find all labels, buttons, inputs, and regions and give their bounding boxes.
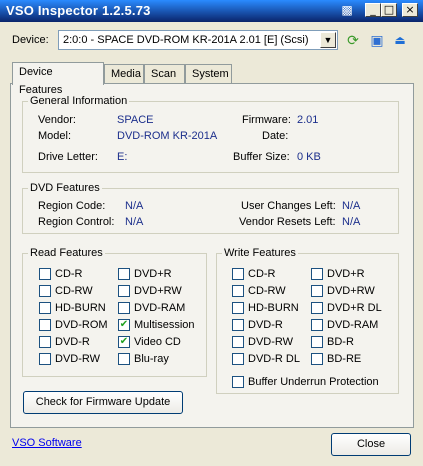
feature-label: Blu-ray [134, 353, 169, 365]
feature-checkbox[interactable] [39, 353, 51, 365]
feature-label: DVD+R [134, 268, 172, 280]
drive-letter-value: E: [117, 151, 128, 163]
tab-label: System [192, 68, 229, 80]
feature-checkbox[interactable] [232, 268, 244, 280]
screenshot-icon[interactable]: ▩ [339, 3, 355, 17]
feature-label: DVD+RW [134, 285, 182, 297]
feature-label: CD-R [55, 268, 83, 280]
feature-checkbox[interactable] [311, 319, 323, 331]
user-changes-label: User Changes Left: [241, 200, 336, 212]
feature-checkbox[interactable] [232, 319, 244, 331]
feature-label: DVD+R [327, 268, 365, 280]
feature-checkbox[interactable] [311, 268, 323, 280]
feature-checkbox[interactable] [311, 285, 323, 297]
vso-software-link[interactable]: VSO Software [12, 437, 82, 449]
feature-label: DVD+RW [327, 285, 375, 297]
feature-label: DVD-R [248, 319, 283, 331]
feature-label: DVD-R DL [248, 353, 300, 365]
group-title: Read Features [28, 247, 105, 259]
buffer-size-value: 0 KB [297, 151, 321, 163]
tab-scan[interactable]: Scan [144, 64, 185, 84]
tab-system[interactable]: System [185, 64, 232, 84]
buffer-size-label: Buffer Size: [233, 151, 290, 163]
feature-checkbox[interactable]: ✔ [118, 319, 130, 331]
feature-checkbox[interactable] [118, 285, 130, 297]
feature-label: BD-R [327, 336, 354, 348]
drive-letter-label: Drive Letter: [38, 151, 98, 163]
feature-checkbox[interactable] [311, 336, 323, 348]
feature-label: Video CD [134, 336, 181, 348]
feature-checkbox[interactable] [232, 285, 244, 297]
feature-checkbox[interactable] [39, 302, 51, 314]
user-changes-value: N/A [342, 200, 361, 212]
region-control-value: N/A [125, 216, 144, 228]
group-title: Write Features [222, 247, 298, 259]
title-bar[interactable]: VSO Inspector 1.2.5.73 ▩ _ □ × [0, 0, 423, 22]
buffer-underrun-checkbox[interactable] [232, 376, 244, 388]
feature-label: BD-RE [327, 353, 362, 365]
save-icon[interactable]: ▣ [369, 32, 385, 48]
region-code-label: Region Code: [38, 200, 106, 212]
vendor-value: SPACE [117, 114, 154, 126]
vendor-label: Vendor: [38, 114, 76, 126]
tab-label: Media [111, 68, 141, 80]
firmware-label: Firmware: [242, 114, 291, 126]
feature-label: HD-BURN [55, 302, 106, 314]
firmware-value: 2.01 [297, 114, 319, 126]
date-label: Date: [262, 130, 289, 142]
feature-label: CD-R [248, 268, 276, 280]
minimize-button[interactable]: _ [365, 3, 381, 17]
window-title: VSO Inspector 1.2.5.73 [6, 3, 151, 18]
feature-label: HD-BURN [248, 302, 299, 314]
model-value: DVD-ROM KR-201A [117, 130, 218, 142]
feature-checkbox[interactable] [39, 336, 51, 348]
close-window-button[interactable]: × [402, 3, 418, 17]
feature-checkbox[interactable] [118, 302, 130, 314]
feature-checkbox[interactable] [39, 268, 51, 280]
eject-icon[interactable]: ⏏ [392, 32, 408, 48]
feature-checkbox[interactable] [39, 285, 51, 297]
device-select-value: 2:0:0 - SPACE DVD-ROM KR-201A 2.01 [E] (… [63, 34, 309, 46]
refresh-icon[interactable]: ⟳ [345, 32, 361, 48]
feature-label: DVD-RW [248, 336, 294, 348]
tab-label: Device Features [19, 66, 63, 96]
feature-checkbox[interactable] [39, 319, 51, 331]
tab-label: Scan [151, 68, 177, 80]
group-title: DVD Features [28, 182, 102, 194]
maximize-button[interactable]: □ [381, 3, 397, 17]
feature-checkbox[interactable] [118, 268, 130, 280]
feature-checkbox[interactable] [311, 353, 323, 365]
feature-label: DVD-RAM [327, 319, 379, 331]
feature-label: DVD-R [55, 336, 90, 348]
check-firmware-update-button[interactable]: Check for Firmware Update [23, 391, 183, 414]
region-code-value: N/A [125, 200, 144, 212]
feature-label: Multisession [134, 319, 195, 331]
feature-checkbox[interactable]: ✔ [118, 336, 130, 348]
vendor-resets-value: N/A [342, 216, 361, 228]
feature-label: DVD-RAM [134, 302, 186, 314]
feature-label: CD-RW [55, 285, 93, 297]
main-window: VSO Inspector 1.2.5.73 ▩ _ □ × Device: 2… [0, 0, 423, 466]
buffer-underrun-label: Buffer Underrun Protection [248, 376, 379, 388]
tab-device-features[interactable]: Device Features [12, 62, 104, 96]
feature-label: DVD+R DL [327, 302, 382, 314]
feature-checkbox[interactable] [232, 353, 244, 365]
feature-checkbox[interactable] [311, 302, 323, 314]
vendor-resets-label: Vendor Resets Left: [239, 216, 336, 228]
feature-label: DVD-ROM [55, 319, 108, 331]
device-select[interactable]: 2:0:0 - SPACE DVD-ROM KR-201A 2.01 [E] (… [58, 30, 338, 50]
feature-label: DVD-RW [55, 353, 101, 365]
feature-checkbox[interactable] [232, 302, 244, 314]
device-label: Device: [12, 34, 49, 46]
close-button[interactable]: Close [331, 433, 411, 456]
feature-checkbox[interactable] [118, 353, 130, 365]
tab-media[interactable]: Media [104, 64, 144, 84]
feature-label: CD-RW [248, 285, 286, 297]
region-control-label: Region Control: [38, 216, 115, 228]
feature-checkbox[interactable] [232, 336, 244, 348]
chevron-down-icon[interactable]: ▼ [320, 32, 336, 48]
model-label: Model: [38, 130, 72, 142]
